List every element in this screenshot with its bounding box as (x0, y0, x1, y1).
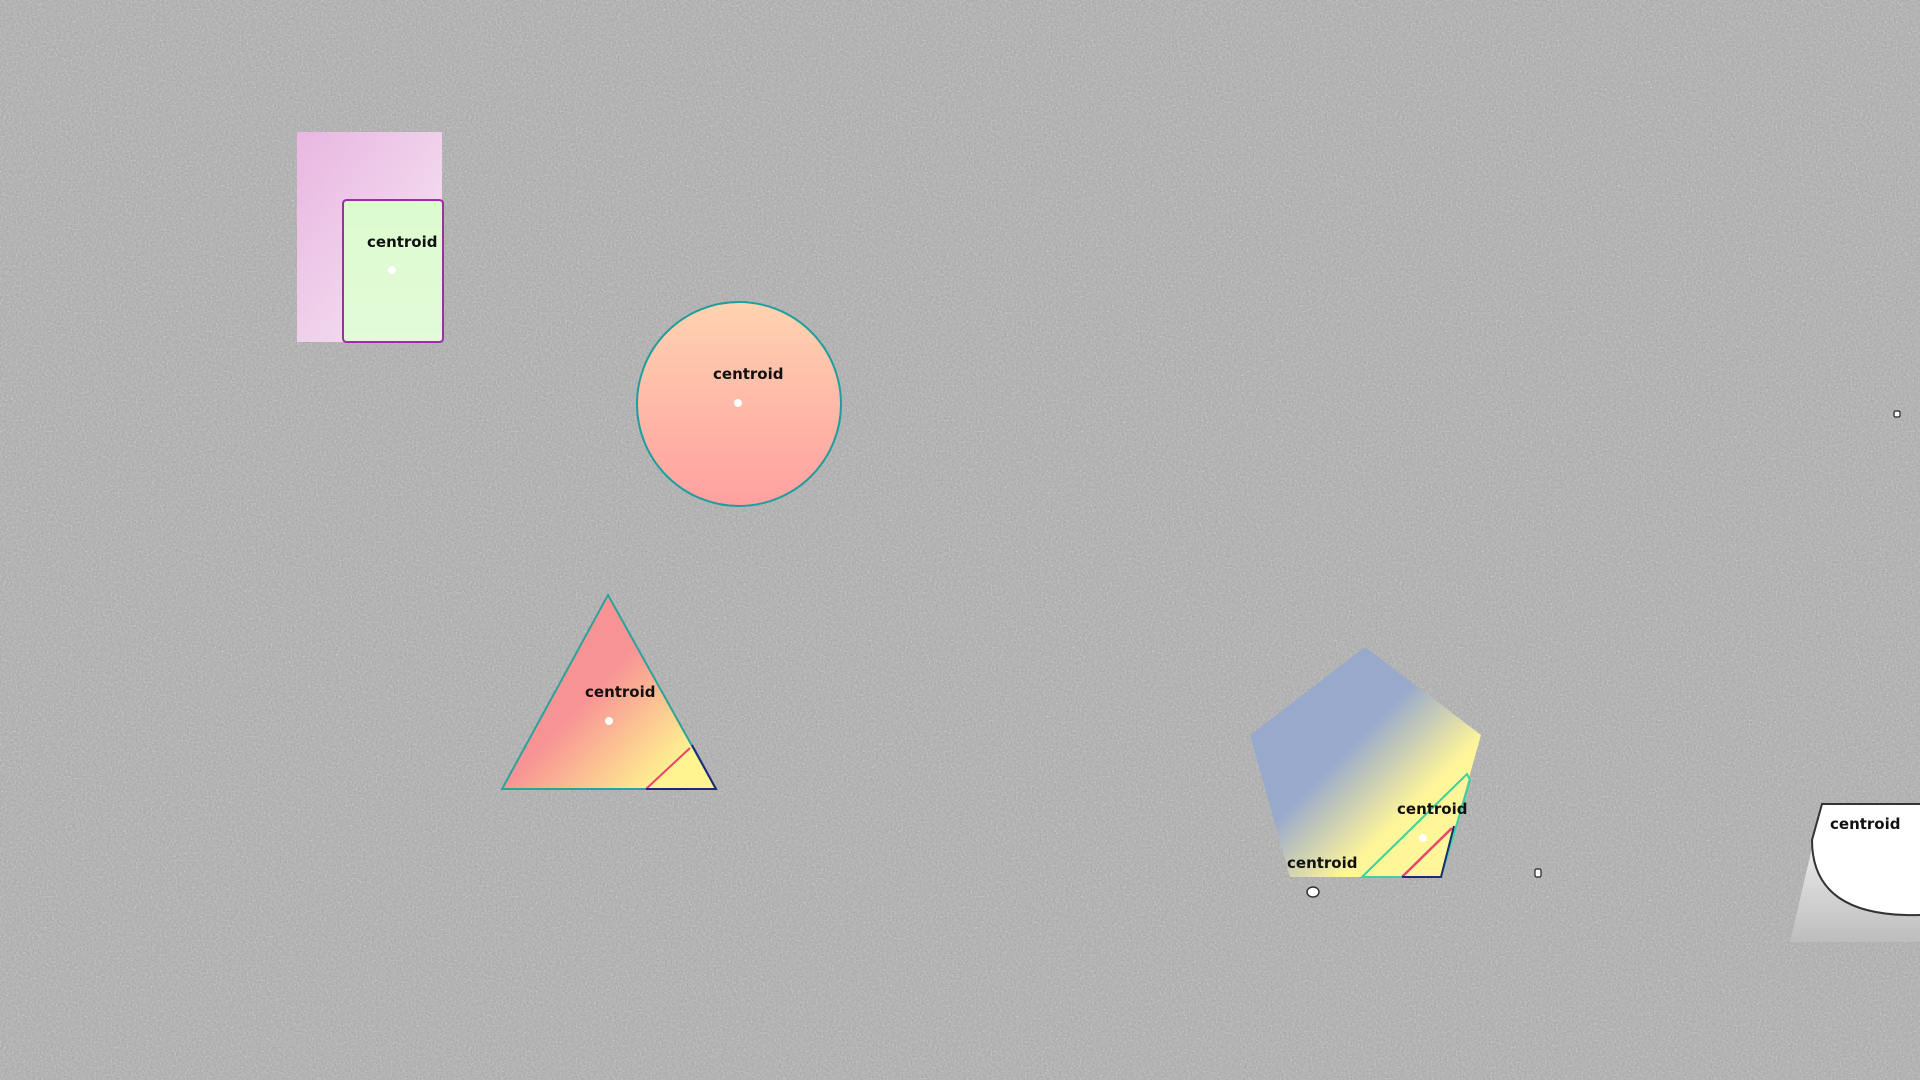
small-marker-edge (1893, 410, 1901, 418)
pentagon-centroid-dot-a (1419, 834, 1427, 842)
circle-centroid-dot (734, 399, 742, 407)
triangle-centroid-dot (605, 717, 613, 725)
triangle-centroid-label: centroid (585, 683, 656, 701)
pentagon-centroid-label-b: centroid (1287, 854, 1358, 872)
small-marker-right (1534, 868, 1542, 878)
circle-centroid-label: centroid (713, 365, 784, 383)
rectangle-centroid-label: centroid (367, 233, 438, 251)
shape-rectangle: centroid (297, 132, 444, 343)
shape-scene-canvas: centroid centroid centroid centroid cent… (0, 0, 1920, 1080)
rectangle-centroid-dot (388, 266, 396, 274)
pentagon-centroid-label-a: centroid (1397, 800, 1468, 818)
background-noise (0, 0, 1920, 1080)
partial-circle-centroid-label: centroid (1830, 815, 1901, 833)
pentagon-centroid-dot-b (1306, 886, 1320, 898)
shape-circle: centroid (636, 301, 842, 507)
